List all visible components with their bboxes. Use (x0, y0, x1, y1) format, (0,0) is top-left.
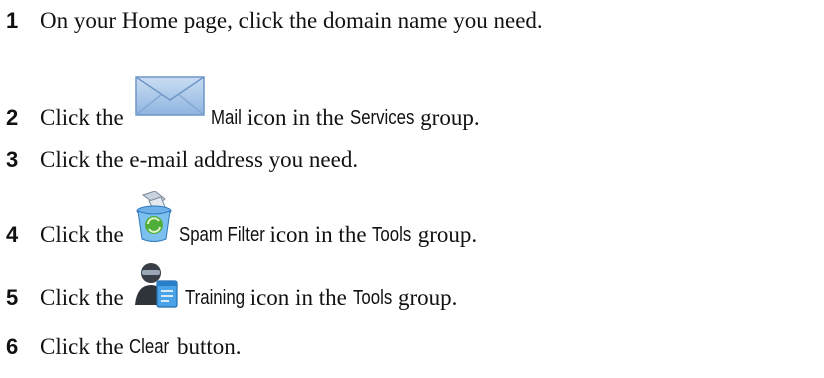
step-1: 1 On your Home page, click the domain na… (6, 1, 543, 41)
step-text-before: Click the (40, 334, 130, 359)
tools-label: Tools (372, 223, 412, 246)
step-text-after: button. (171, 334, 242, 359)
training-label: Training (185, 286, 246, 309)
step-text-before: Click the (40, 222, 130, 247)
step-text-after: group. (411, 222, 478, 247)
step-number: 5 (6, 285, 19, 310)
step-3: 3 Click the e-mail address you need. (6, 140, 358, 180)
step-text-mid: icon in the (241, 105, 350, 130)
step-4: 4 Click the Spam Filter icon in the Tool… (6, 191, 478, 255)
step-text-after: group. (414, 105, 480, 130)
tools-label: Tools (352, 286, 392, 309)
spam-filter-recycle-bin-icon (135, 191, 173, 243)
step-text-mid: icon in the (263, 222, 373, 247)
step-text-mid: icon in the (243, 285, 353, 310)
step-number: 2 (6, 105, 19, 130)
step-text-before: Click the (40, 285, 130, 310)
services-label: Services (349, 106, 415, 129)
spam-filter-label: Spam Filter (179, 223, 266, 246)
step-text-after: group. (392, 285, 458, 310)
step-2: 2 Click the Mail icon in the Services gr… (6, 76, 480, 138)
clear-label: Clear (129, 335, 170, 358)
step-5: 5 Click the Training icon in the Tools g… (6, 263, 458, 318)
step-text: Click the e-mail address you need. (40, 147, 359, 172)
step-number: 3 (6, 147, 19, 172)
step-number: 1 (6, 8, 19, 33)
step-number: 4 (6, 222, 19, 247)
step-text-before: Click the (40, 105, 130, 130)
training-user-document-icon (135, 261, 179, 309)
step-6: 6 Click the Clear button. (6, 327, 242, 367)
step-text: On your Home page, click the domain name… (40, 8, 543, 33)
mail-envelope-icon (135, 76, 206, 116)
mail-label: Mail (211, 106, 243, 129)
step-number: 6 (6, 334, 19, 359)
